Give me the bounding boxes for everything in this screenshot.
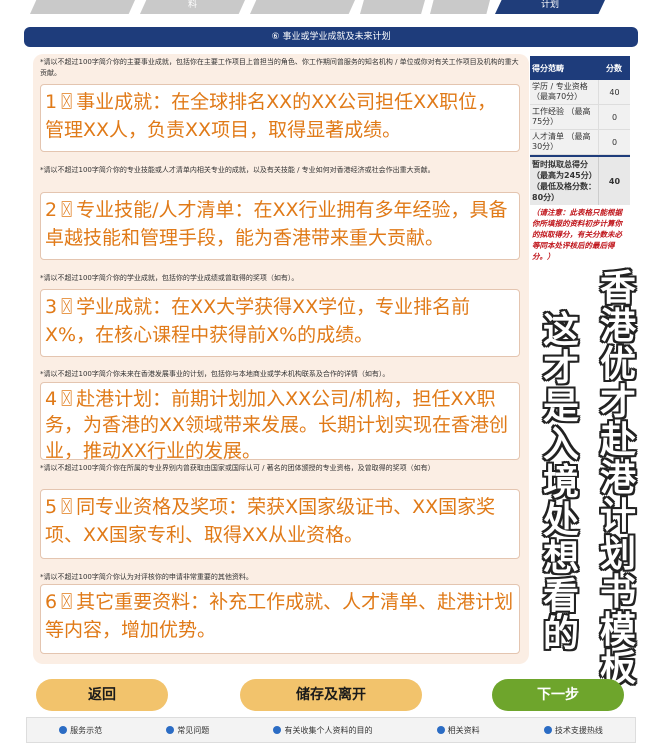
overlay-char: 香 [599,268,636,309]
score-row-label: 人才清单 （最高30分） [532,132,591,151]
footer-link-tech-support[interactable]: 技术支援热线 [543,725,603,736]
score-row-value: 0 [598,105,630,129]
footer-link-label: 相关资料 [447,725,480,735]
overlay-char: 境 [542,462,579,503]
overlay-char: 港 [599,458,636,499]
academic-achievement-textarea[interactable]: 3〿学业成就：在XX大学获得XX学位，专业排名前X%，在核心课程中获得前X%的成… [40,289,520,357]
step-tab-4 [360,0,425,14]
score-value-header: 分数 [606,63,622,73]
career-achievement-textarea[interactable]: 1〿事业成就：在全球排名XX的XX公司担任XX职位，管理XX人，负责XX项目，取… [40,84,520,152]
section-title: ⑥ 事业或学业成就及未来计划 [24,27,638,47]
score-total-label: 暂时拟取总得分 （最高为245分） （最低及格分数：80分） [532,160,597,202]
step-tab-current: 计划 [495,0,605,14]
step-tab-2: 料 [140,0,245,14]
footer-links: 服务示范 常见问题 有关收集个人资料的目的 相关资料 技术支援热线 [26,717,636,743]
score-row-value: 0 [598,130,630,154]
footer-link-label: 有关收集个人资料的目的 [284,725,373,735]
score-table-header: 得分范畴 分数 [530,56,630,80]
arrow-circle-icon [59,726,68,734]
overlay-char: 赴 [599,420,636,461]
score-total-row: 暂时拟取总得分 （最高为245分） （最低及格分数：80分） 40 [530,155,630,205]
score-row: 工作经验 （最高75分） 0 [530,105,630,130]
overlay-char: 入 [542,424,579,465]
score-row-value: 40 [598,80,630,104]
future-plan-label: *请以不超过100字简介你未来在香港发展事业的计划，包括你与本地商业或学术机构联… [40,370,390,378]
overlay-char: 模 [599,610,636,651]
score-disclaimer: （请注意：此表格只能根据你所填报的资料初步计算你的拟取得分，有关分数未必等同本处… [532,208,622,261]
other-info-label: *请以不超过100字简介你认为对评核你的申请非常重要的其他资料。 [40,573,253,581]
arrow-circle-icon [543,726,552,734]
footer-link-label: 技术支援热线 [554,725,603,735]
overlay-char: 处 [542,500,579,541]
professional-skills-label: *请以不超过100字简介你的专业技能或人才清单内相关专业的成就，以及有关技能 /… [40,166,435,174]
overlay-caption-left: 这 才 是 入 境 处 想 看 的 [540,312,582,654]
overlay-char: 划 [599,534,636,575]
overlay-char: 优 [599,344,636,385]
qualifications-awards-textarea[interactable]: 5〿同专业资格及奖项：荣获X国家级证书、XX国家奖项、XX国家专利、取得XX从业… [40,489,520,559]
score-total-value: 40 [598,157,630,205]
footer-link-label: 常见问题 [177,725,210,735]
academic-achievement-label: *请以不超过100字简介你的学业成就，包括你的学业成绩或曾取得的奖项（如有）。 [40,274,299,282]
footer-link-related-info[interactable]: 相关资料 [436,725,480,736]
next-step-button[interactable]: 下一步 [492,679,624,711]
footer-link-service-demo[interactable]: 服务示范 [59,725,102,736]
score-row: 人才清单 （最高30分） 0 [530,130,630,155]
score-category-header: 得分范畴 [532,63,564,73]
score-row: 学历 / 专业资格 （最高70分） 40 [530,80,630,105]
overlay-char: 想 [542,538,579,579]
professional-skills-textarea[interactable]: 2〿专业技能/人才清单：在XX行业拥有多年经验，具备卓越技能和管理手段，能为香港… [40,192,520,260]
future-plan-textarea[interactable]: 4〿赴港计划：前期计划加入XX公司/机构，担任XX职务，为香港的XX领域带来发展… [40,382,520,460]
step-tab-1 [30,0,135,14]
footer-link-label: 服务示范 [70,725,103,735]
overlay-char: 书 [599,572,636,613]
overlay-char: 是 [542,386,579,427]
overlay-char: 计 [599,496,636,537]
save-and-exit-button[interactable]: 储存及离开 [240,679,422,711]
overlay-caption-right: 香 港 优 才 赴 港 计 划 书 模 板 [597,270,639,688]
overlay-char: 看 [542,576,579,617]
footer-link-privacy[interactable]: 有关收集个人资料的目的 [273,725,372,736]
overlay-char: 才 [599,382,636,423]
arrow-circle-icon [436,726,445,734]
overlay-char: 这 [542,310,579,351]
other-info-textarea[interactable]: 6〿其它重要资料：补充工作成就、人才清单、赴港计划等内容，增加优势。 [40,584,520,654]
overlay-char: 才 [542,348,579,389]
overlay-char: 港 [599,306,636,347]
score-row-label: 学历 / 专业资格 （最高70分） [532,82,588,101]
step-tab-5 [430,0,490,14]
step-tab-3 [250,0,355,14]
qualifications-awards-label: *请以不超过100字简介你在所属的专业界别内曾获取由国家或国际认可 / 著名的团… [40,464,435,472]
step-progress-bar: 料 计划 [0,0,660,18]
back-button[interactable]: 返回 [36,679,168,711]
arrow-circle-icon [166,726,175,734]
footer-link-faq[interactable]: 常见问题 [166,725,209,736]
overlay-char: 的 [542,614,579,655]
score-row-label: 工作经验 （最高75分） [532,107,591,126]
career-achievement-label: *请以不超过100字简介你的主要事业成就，包括你在主要工作项目上曾担当的角色、你… [40,58,519,77]
arrow-circle-icon [273,726,282,734]
score-table: 得分范畴 分数 学历 / 专业资格 （最高70分） 40 工作经验 （最高75分… [530,56,630,264]
